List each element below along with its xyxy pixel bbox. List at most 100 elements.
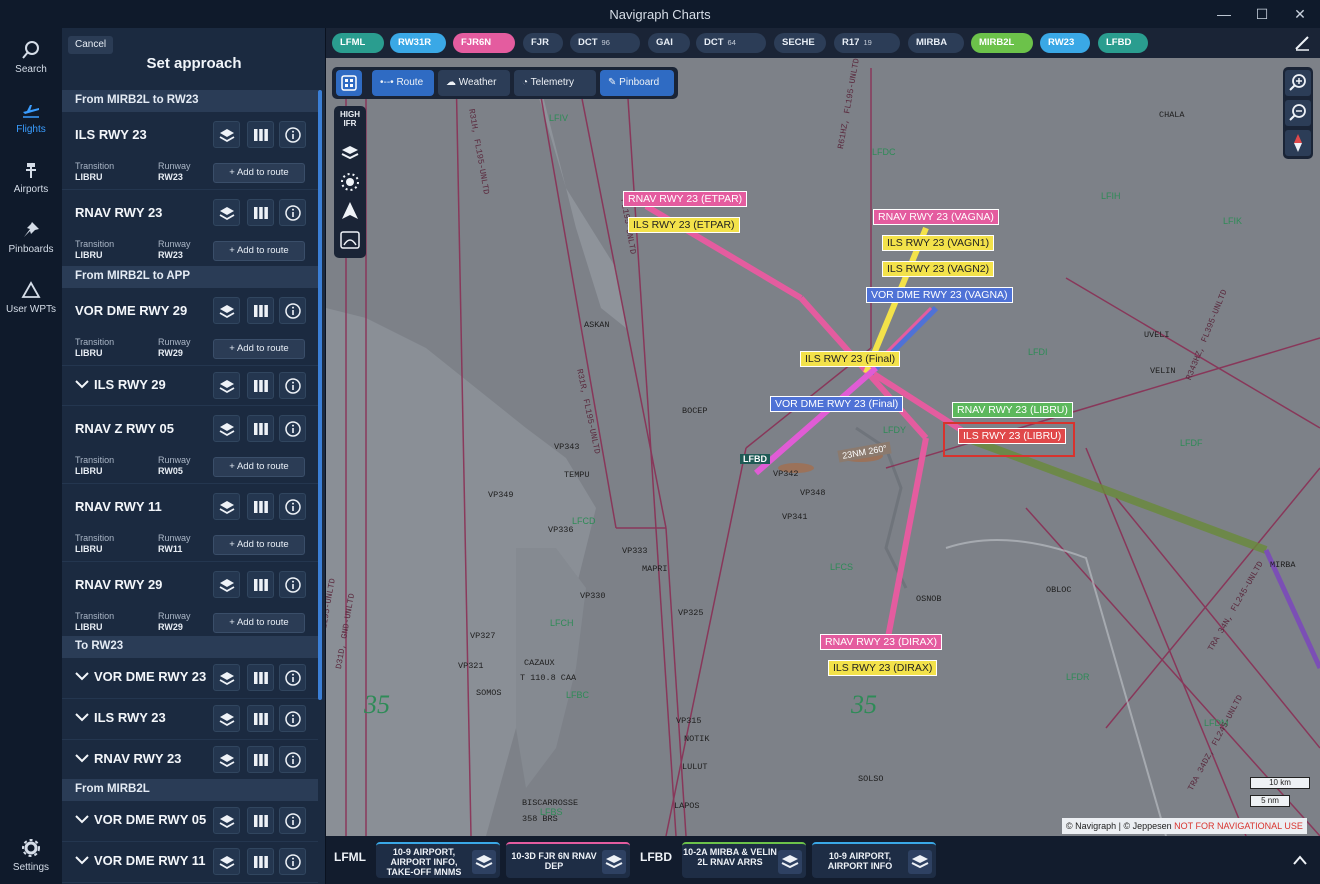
procedure-charts-button[interactable]	[247, 493, 274, 520]
rail-pinboards[interactable]: Pinboards	[0, 220, 62, 255]
airport-label[interactable]: LFBC	[566, 690, 589, 700]
procedure-layers-button[interactable]	[213, 493, 240, 520]
add-to-route-button[interactable]: + Add to route	[213, 535, 305, 555]
waypoint-label[interactable]: VP336	[548, 525, 574, 535]
procedure-label[interactable]: ILS RWY 23 (Final)	[800, 351, 901, 367]
procedure-charts-button[interactable]	[247, 199, 274, 226]
add-to-route-button[interactable]: + Add to route	[213, 339, 305, 359]
rail-flights[interactable]: Flights	[0, 100, 62, 135]
minimize-button[interactable]: —	[1212, 4, 1236, 24]
pinboard-toggle-button[interactable]: ✎ Pinboard	[600, 70, 674, 96]
waypoint-label[interactable]: T 110.8 CAA	[520, 673, 576, 683]
maximize-button[interactable]: ☐	[1250, 4, 1274, 24]
procedure-label[interactable]: VOR DME RWY 23 (VAGNA)	[866, 287, 1013, 303]
procedure-charts-button[interactable]	[247, 415, 274, 442]
procedure-layers-button[interactable]	[213, 848, 240, 875]
route-toggle-button[interactable]: •‑‑• Route	[372, 70, 434, 96]
map-view[interactable]: 35 35 CHALA UVELI VELIN ASKAN BOCEP VP343 TEMP…	[326, 28, 1320, 836]
add-to-route-button[interactable]: + Add to route	[213, 163, 305, 183]
procedure-label[interactable]: ILS RWY 23 (VAGN1)	[882, 235, 995, 251]
procedure-info-button[interactable]	[279, 848, 306, 875]
waypoint-label[interactable]: MAPRI	[642, 564, 668, 574]
airport-label[interactable]: LFBD	[740, 454, 770, 464]
waypoint-label[interactable]: CHALA	[1159, 110, 1185, 120]
waypoint-label[interactable]: VP341	[782, 512, 808, 522]
airport-label[interactable]: LFIV	[549, 113, 568, 123]
waypoint-label[interactable]: UVELI	[1144, 330, 1170, 340]
procedure-charts-button[interactable]	[247, 571, 274, 598]
route-chip[interactable]: GAI	[648, 33, 690, 53]
approach-row[interactable]: RNAV RWY 11 Transition LIBRU Runway RW11 + Ad…	[62, 484, 318, 562]
approach-row[interactable]: VOR DME RWY 05	[62, 801, 318, 842]
expand-up-icon[interactable]	[1292, 852, 1308, 868]
waypoint-label[interactable]: VP342	[773, 469, 799, 479]
layers-button[interactable]	[337, 140, 363, 166]
add-to-route-button[interactable]: + Add to route	[213, 613, 305, 633]
approach-row[interactable]: ILS RWY 23 Transition LIBRU Runway RW23 + Add…	[62, 112, 318, 190]
waypoint-label[interactable]: VP333	[622, 546, 648, 556]
waypoint-label[interactable]: OBLOC	[1046, 585, 1072, 595]
airport-label[interactable]: LFIH	[1101, 191, 1121, 201]
chart-card[interactable]: 10-3D FJR 6N RNAV DEP	[506, 842, 630, 878]
panel-scrollbar[interactable]	[318, 90, 322, 700]
layers-icon[interactable]	[472, 850, 496, 874]
waypoint-label[interactable]: VP348	[800, 488, 826, 498]
procedure-info-button[interactable]	[279, 415, 306, 442]
procedure-layers-button[interactable]	[213, 571, 240, 598]
procedure-charts-button[interactable]	[247, 705, 274, 732]
airport-label[interactable]: LFDR	[1066, 672, 1090, 682]
procedure-layers-button[interactable]	[213, 415, 240, 442]
brightness-button[interactable]	[337, 169, 363, 195]
chart-card[interactable]: 10-2A MIRBA & VELIN 2L RNAV ARRS	[682, 842, 806, 878]
procedure-layers-button[interactable]	[213, 746, 240, 773]
airport-label[interactable]: LFDC	[872, 147, 896, 157]
procedure-label[interactable]: ILS RWY 23 (VAGN2)	[882, 261, 995, 277]
waypoint-label[interactable]: VP327	[470, 631, 496, 641]
procedure-info-button[interactable]	[279, 121, 306, 148]
weather-toggle-button[interactable]: ☁ Weather	[438, 70, 510, 96]
close-button[interactable]: ✕	[1288, 4, 1312, 24]
airport-label[interactable]: LFCH	[550, 618, 574, 628]
route-chip[interactable]: MIRB2L	[971, 33, 1033, 53]
waypoint-label[interactable]: SOLSO	[858, 774, 884, 784]
waypoint-label[interactable]: TEMPU	[564, 470, 590, 480]
procedure-charts-button[interactable]	[247, 121, 274, 148]
procedure-label[interactable]: RNAV RWY 23 (ETPAR)	[623, 191, 748, 207]
route-chip[interactable]: LFBD	[1098, 33, 1148, 53]
telemetry-toggle-button[interactable]: ◔ Telemetry	[514, 70, 596, 96]
approach-row[interactable]: RNAV Z RWY 05 Transition LIBRU Runway RW05 + …	[62, 406, 318, 484]
procedure-label[interactable]: ILS RWY 23 (ETPAR)	[628, 217, 740, 233]
waypoint-label[interactable]: VP325	[678, 608, 704, 618]
procedure-info-button[interactable]	[279, 571, 306, 598]
cancel-button[interactable]: Cancel	[68, 36, 114, 54]
airport-label[interactable]: LFDF	[1180, 438, 1203, 448]
zoom-in-button[interactable]	[1285, 70, 1311, 96]
route-chip[interactable]: LFML	[332, 33, 384, 53]
layout-toggle-button[interactable]	[336, 70, 362, 96]
waypoint-label[interactable]: VP343	[554, 442, 580, 452]
route-chip[interactable]: R17 19	[834, 33, 900, 53]
approach-row[interactable]: ILS RWY 23	[62, 699, 318, 740]
waypoint-label[interactable]: ASKAN	[584, 320, 610, 330]
waypoint-label[interactable]: CAZAUX	[524, 658, 555, 668]
procedure-layers-button[interactable]	[213, 705, 240, 732]
layers-icon[interactable]	[778, 850, 802, 874]
route-chip[interactable]: SECHE	[774, 33, 826, 53]
approach-row[interactable]: RNAV RWY 23 Transition LIBRU Runway RW23 + Ad…	[62, 190, 318, 268]
waypoint-label[interactable]: MIRBA	[1270, 560, 1296, 570]
procedure-charts-button[interactable]	[247, 297, 274, 324]
route-chip[interactable]: MIRBA	[908, 33, 964, 53]
procedure-label[interactable]: RNAV RWY 23 (VAGNA)	[873, 209, 999, 225]
procedure-charts-button[interactable]	[247, 848, 274, 875]
procedure-layers-button[interactable]	[213, 372, 240, 399]
procedure-info-button[interactable]	[279, 297, 306, 324]
airport-label[interactable]: LFDI	[1028, 347, 1048, 357]
compass-button[interactable]	[1285, 130, 1311, 156]
high-ifr-button[interactable]: HIGH IFR	[337, 110, 363, 136]
procedure-charts-button[interactable]	[247, 746, 274, 773]
chart-card[interactable]: 10-9 AIRPORT, AIRPORT INFO	[812, 842, 936, 878]
waypoint-label[interactable]: VP315	[676, 716, 702, 726]
procedure-label[interactable]: ILS RWY 23 (DIRAX)	[828, 660, 938, 676]
route-chip[interactable]: RW23	[1040, 33, 1090, 53]
airport-label[interactable]: LFCS	[830, 562, 853, 572]
